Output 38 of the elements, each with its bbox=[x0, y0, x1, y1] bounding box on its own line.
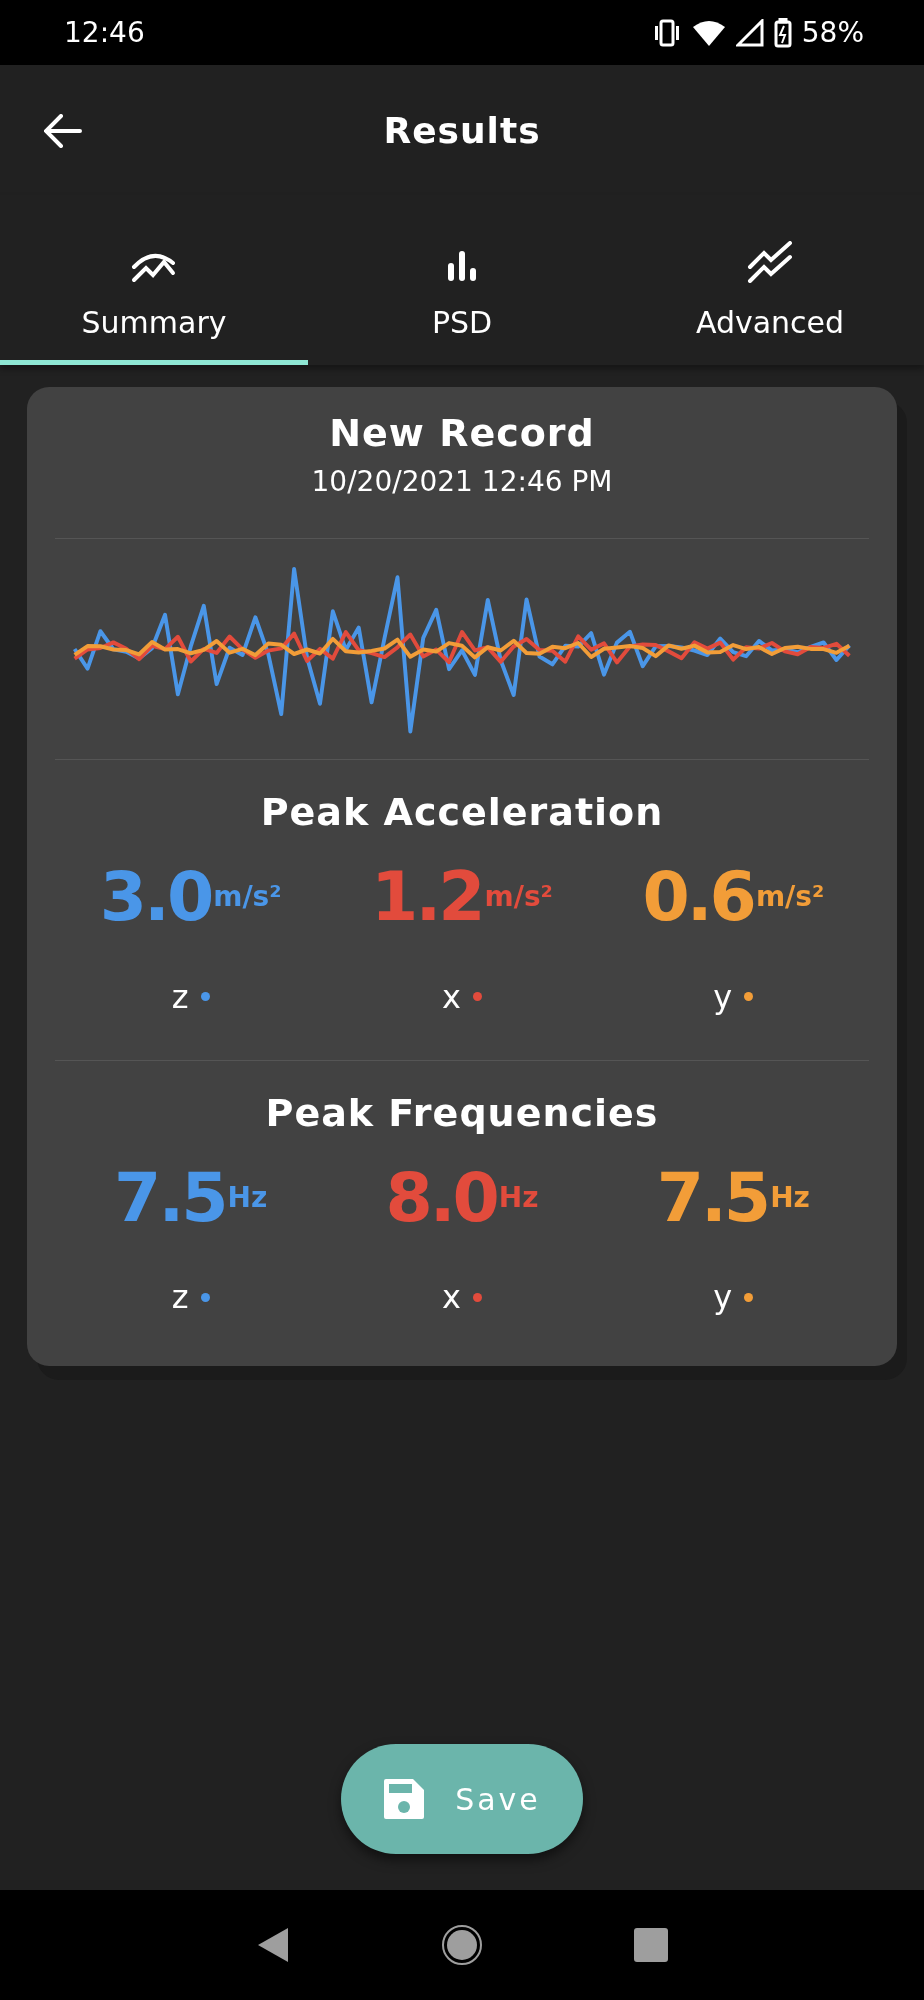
double-line-icon bbox=[747, 241, 793, 283]
wifi-icon bbox=[691, 18, 726, 47]
record-date: 10/20/2021 12:46 PM bbox=[311, 465, 613, 498]
back-arrow-icon bbox=[44, 114, 82, 148]
metric-value: 7.5 bbox=[114, 1156, 226, 1239]
metric-value: 7.5 bbox=[656, 1156, 769, 1239]
section-title: Peak Frequencies bbox=[265, 1090, 659, 1135]
axis-label: z bbox=[171, 977, 189, 1016]
metric-value: 3.0 bbox=[99, 856, 212, 938]
battery-percent: 58% bbox=[801, 16, 864, 49]
metric-unit: Hz bbox=[498, 1180, 539, 1214]
tab[interactable]: Advanced bbox=[616, 195, 924, 365]
nav-recents-button[interactable] bbox=[634, 1928, 669, 1962]
record-title: New Record bbox=[329, 411, 595, 455]
metric-unit: m/s² bbox=[484, 880, 553, 913]
metric-value: 0.6 bbox=[642, 856, 754, 938]
metric-unit: Hz bbox=[227, 1180, 268, 1214]
battery-icon bbox=[773, 17, 792, 48]
metric-unit: Hz bbox=[770, 1180, 810, 1214]
tab[interactable]: PSD bbox=[308, 195, 616, 365]
circle-icon bbox=[441, 1924, 483, 1966]
metric-unit: m/s² bbox=[213, 880, 282, 913]
screen-title: Results bbox=[383, 109, 541, 151]
axis-label: x bbox=[442, 1278, 461, 1317]
square-icon bbox=[634, 1928, 669, 1962]
axis-label: z bbox=[171, 1278, 189, 1317]
bar-chart-icon bbox=[445, 249, 479, 283]
section-title: Peak Acceleration bbox=[260, 790, 664, 834]
status-time: 12:46 bbox=[64, 16, 145, 49]
metric-value: 1.2 bbox=[371, 856, 483, 938]
axis-label: y bbox=[713, 1278, 733, 1317]
metric-unit: m/s² bbox=[755, 880, 825, 913]
axis-label: x bbox=[442, 977, 461, 1016]
axis-label: y bbox=[713, 977, 733, 1016]
nav-home-button[interactable] bbox=[441, 1924, 483, 1966]
signal-icon bbox=[735, 18, 764, 47]
metric-value: 8.0 bbox=[385, 1156, 497, 1239]
tab[interactable]: Summary bbox=[0, 195, 308, 365]
